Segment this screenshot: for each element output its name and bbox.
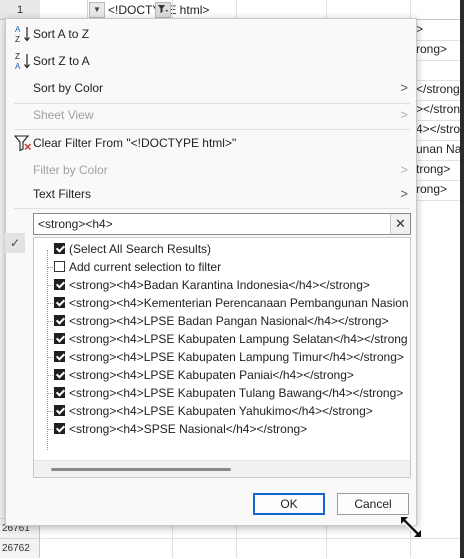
svg-text:A: A: [15, 62, 21, 71]
checkbox[interactable]: [54, 297, 65, 308]
checkbox[interactable]: [54, 279, 65, 290]
checkbox[interactable]: [54, 351, 65, 362]
filter-search-box: ✕: [33, 213, 411, 235]
sort-a-to-z-label: Sort A to Z: [33, 27, 90, 41]
sort-z-to-a-label: Sort Z to A: [33, 54, 90, 68]
close-icon[interactable]: ✕: [390, 214, 410, 234]
list-item[interactable]: <strong><h4>Kementerian Perencanaan Pemb…: [47, 294, 409, 312]
clear-filter-label: Clear Filter From "<!DOCTYPE html>": [33, 136, 237, 150]
list-item-label: <strong><h4>LPSE Badan Pangan Nasional</…: [69, 314, 389, 328]
list-item-label: <strong><h4>SPSE Nasional</h4></strong>: [69, 422, 308, 436]
sort-z-to-a-icon: Z A: [15, 52, 30, 71]
sort-by-color-item[interactable]: Sort by Color >: [6, 75, 416, 101]
cell-a1[interactable]: [41, 0, 88, 20]
checkbox[interactable]: [54, 261, 65, 272]
list-item[interactable]: <strong><h4>Badan Karantina Indonesia</h…: [47, 276, 370, 294]
text-filters-label: Text Filters: [33, 187, 92, 201]
checkbox[interactable]: [54, 369, 65, 380]
cell-fragment: unan Nas: [416, 142, 464, 156]
list-item[interactable]: <strong><h4>LPSE Kabupaten Tulang Bawang…: [47, 384, 404, 402]
cell-fragment: >: [416, 22, 424, 36]
list-item-label: (Select All Search Results): [69, 242, 212, 256]
list-item-label: <strong><h4>Badan Karantina Indonesia</h…: [69, 278, 370, 292]
checkbox[interactable]: [54, 423, 65, 434]
chevron-right-icon: >: [400, 186, 408, 201]
list-item-label: <strong><h4>LPSE Kabupaten Tulang Bawang…: [69, 386, 404, 400]
cell-fragment: 4></strong: [416, 122, 464, 136]
scrollbar-thumb[interactable]: [51, 468, 231, 471]
list-item[interactable]: <strong><h4>LPSE Badan Pangan Nasional</…: [47, 312, 389, 330]
sort-z-to-a-item[interactable]: Z A Sort Z to A: [6, 48, 416, 74]
cell-fragment: rong>: [416, 42, 448, 56]
cell-fragment: </strong: [416, 82, 460, 96]
clear-filter-item[interactable]: Clear Filter From "<!DOCTYPE html>": [6, 130, 416, 156]
sheet-view-label: Sheet View: [33, 108, 94, 122]
cell-fragment: rong>: [416, 182, 448, 196]
ok-button[interactable]: OK: [253, 493, 325, 515]
list-item[interactable]: <strong><h4>LPSE Kabupaten Paniai</h4></…: [47, 366, 354, 384]
sheet-view-item: Sheet View >: [6, 102, 416, 128]
checkbox[interactable]: [54, 405, 65, 416]
filter-icon: [158, 5, 168, 13]
svg-text:Z: Z: [15, 35, 20, 44]
sort-a-to-z-item[interactable]: A Z Sort A to Z: [6, 21, 416, 47]
clear-filter-icon: [14, 135, 32, 152]
sort-a-to-z-icon: A Z: [15, 25, 30, 44]
chevron-right-icon: >: [400, 162, 408, 177]
cell-fragment: ></strong>: [416, 102, 464, 116]
list-item[interactable]: <strong><h4>SPSE Nasional</h4></strong>: [47, 420, 308, 438]
text-filters-item[interactable]: Text Filters >: [6, 181, 416, 207]
list-item-select-all[interactable]: (Select All Search Results): [54, 240, 211, 258]
autofilter-dropdown: A Z Sort A to Z Z A Sort Z to A Sort by …: [5, 18, 417, 526]
checkbox[interactable]: [54, 387, 65, 398]
chevron-right-icon: >: [400, 80, 408, 95]
list-item-label: <strong><h4>LPSE Kabupaten Lampung Timur…: [69, 350, 404, 364]
window-edge: [460, 0, 464, 558]
list-item-label: <strong><h4>LPSE Kabupaten Lampung Selat…: [69, 332, 408, 346]
list-item[interactable]: <strong><h4>LPSE Kabupaten Yahukimo</h4>…: [47, 402, 373, 420]
filter-dropdown-button-a[interactable]: ▼: [89, 2, 105, 18]
checkbox[interactable]: [54, 315, 65, 326]
row-number-1[interactable]: 1: [0, 0, 40, 20]
svg-text:A: A: [15, 25, 21, 34]
sort-by-color-label: Sort by Color: [33, 81, 104, 95]
horizontal-scrollbar[interactable]: [34, 460, 410, 477]
list-item-label: <strong><h4>Kementerian Perencanaan Pemb…: [69, 296, 409, 310]
filter-search-input[interactable]: [34, 214, 390, 234]
list-item[interactable]: <strong><h4>LPSE Kabupaten Lampung Selat…: [47, 330, 408, 348]
filter-active-button-b[interactable]: [155, 2, 171, 18]
menu-divider: [14, 208, 410, 209]
cell-fragment: trong>: [416, 162, 451, 176]
row-number-26762[interactable]: 26762: [0, 538, 40, 558]
filter-values-list: (Select All Search Results) Add current …: [33, 237, 411, 478]
checkbox[interactable]: [54, 333, 65, 344]
filter-by-color-item: Filter by Color >: [6, 157, 416, 183]
list-item-add-selection[interactable]: Add current selection to filter: [47, 258, 222, 276]
list-item-label: <strong><h4>LPSE Kabupaten Yahukimo</h4>…: [69, 404, 373, 418]
tree-connector: [47, 250, 48, 450]
list-item[interactable]: <strong><h4>LPSE Kabupaten Lampung Timur…: [47, 348, 404, 366]
chevron-right-icon: >: [400, 107, 408, 122]
checkmark-icon: ✓: [5, 233, 25, 253]
checkbox[interactable]: [54, 243, 65, 254]
list-item-label: Add current selection to filter: [69, 260, 222, 274]
list-item-label: <strong><h4>LPSE Kabupaten Paniai</h4></…: [69, 368, 354, 382]
resize-grip-icon[interactable]: [396, 512, 426, 542]
svg-text:Z: Z: [15, 52, 20, 61]
filter-by-color-label: Filter by Color: [33, 163, 108, 177]
